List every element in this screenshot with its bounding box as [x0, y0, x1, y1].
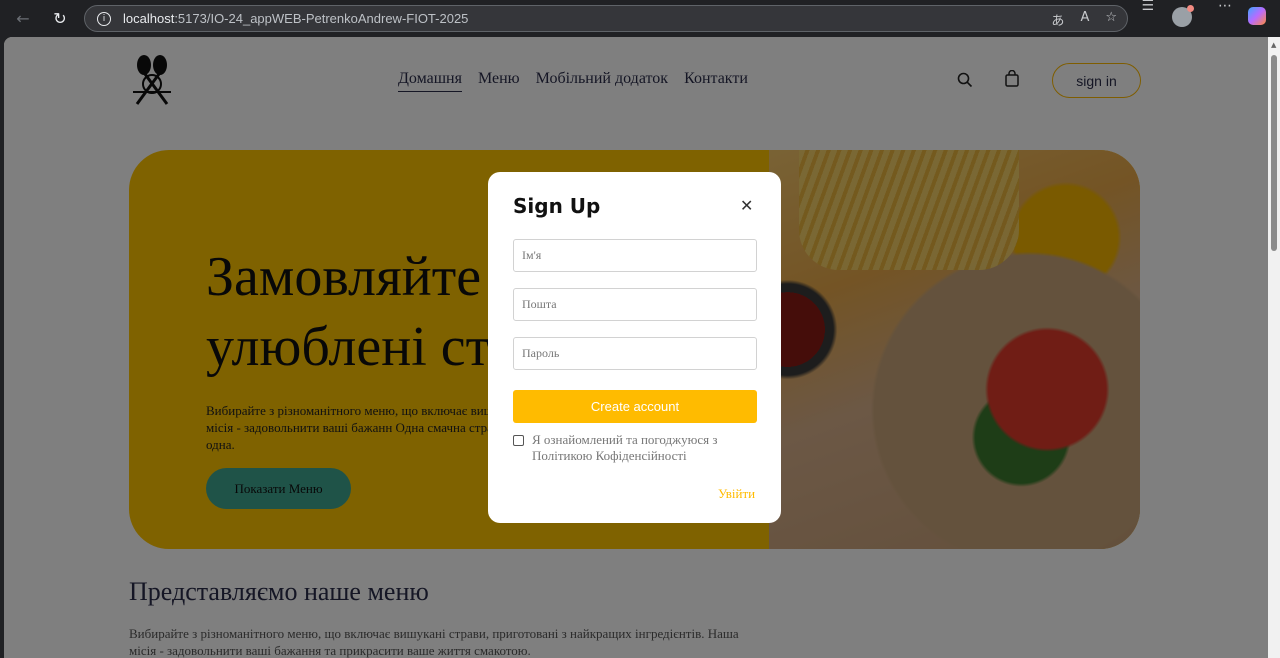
- scroll-up-icon[interactable]: ▲: [1271, 41, 1276, 49]
- copilot-icon[interactable]: [1248, 7, 1266, 25]
- reload-icon[interactable]: ↻: [49, 7, 71, 29]
- modal-title: Sign Up: [513, 194, 601, 218]
- email-field[interactable]: [513, 288, 757, 321]
- login-link[interactable]: Увійти: [718, 486, 755, 502]
- site-info-icon[interactable]: i: [97, 11, 111, 26]
- browser-toolbar: ← ↻ i localhost:5173/IO-24_appWEB-Petren…: [0, 0, 1280, 37]
- url-actions: あ A ☆: [1051, 10, 1117, 29]
- read-aloud-icon[interactable]: A: [1080, 10, 1089, 29]
- close-icon[interactable]: ✕: [740, 196, 753, 215]
- signup-modal: Sign Up ✕ Create account Я ознайомлений …: [488, 172, 781, 523]
- back-icon[interactable]: ←: [12, 7, 34, 29]
- address-bar[interactable]: i localhost:5173/IO-24_appWEB-PetrenkoAn…: [84, 5, 1128, 32]
- url-text: localhost:5173/IO-24_appWEB-PetrenkoAndr…: [123, 11, 469, 26]
- web-page: Домашня Меню Мобільний додаток Контакти …: [4, 37, 1268, 658]
- more-icon[interactable]: ⋯: [1218, 0, 1232, 14]
- profile-avatar[interactable]: [1172, 5, 1194, 27]
- translate-icon[interactable]: あ: [1051, 10, 1064, 29]
- password-field[interactable]: [513, 337, 757, 370]
- agree-checkbox[interactable]: [513, 435, 524, 446]
- page-scrollbar[interactable]: ▲: [1268, 37, 1280, 658]
- favorites-icon[interactable]: ☰: [1141, 0, 1154, 14]
- name-field[interactable]: [513, 239, 757, 272]
- privacy-agreement: Я ознайомлений та погоджуюся з Політикою…: [513, 432, 753, 464]
- create-account-button[interactable]: Create account: [513, 390, 757, 423]
- scroll-thumb[interactable]: [1271, 55, 1277, 251]
- agree-label: Я ознайомлений та погоджуюся з Політикою…: [532, 432, 718, 463]
- favorite-star-icon[interactable]: ☆: [1105, 10, 1117, 29]
